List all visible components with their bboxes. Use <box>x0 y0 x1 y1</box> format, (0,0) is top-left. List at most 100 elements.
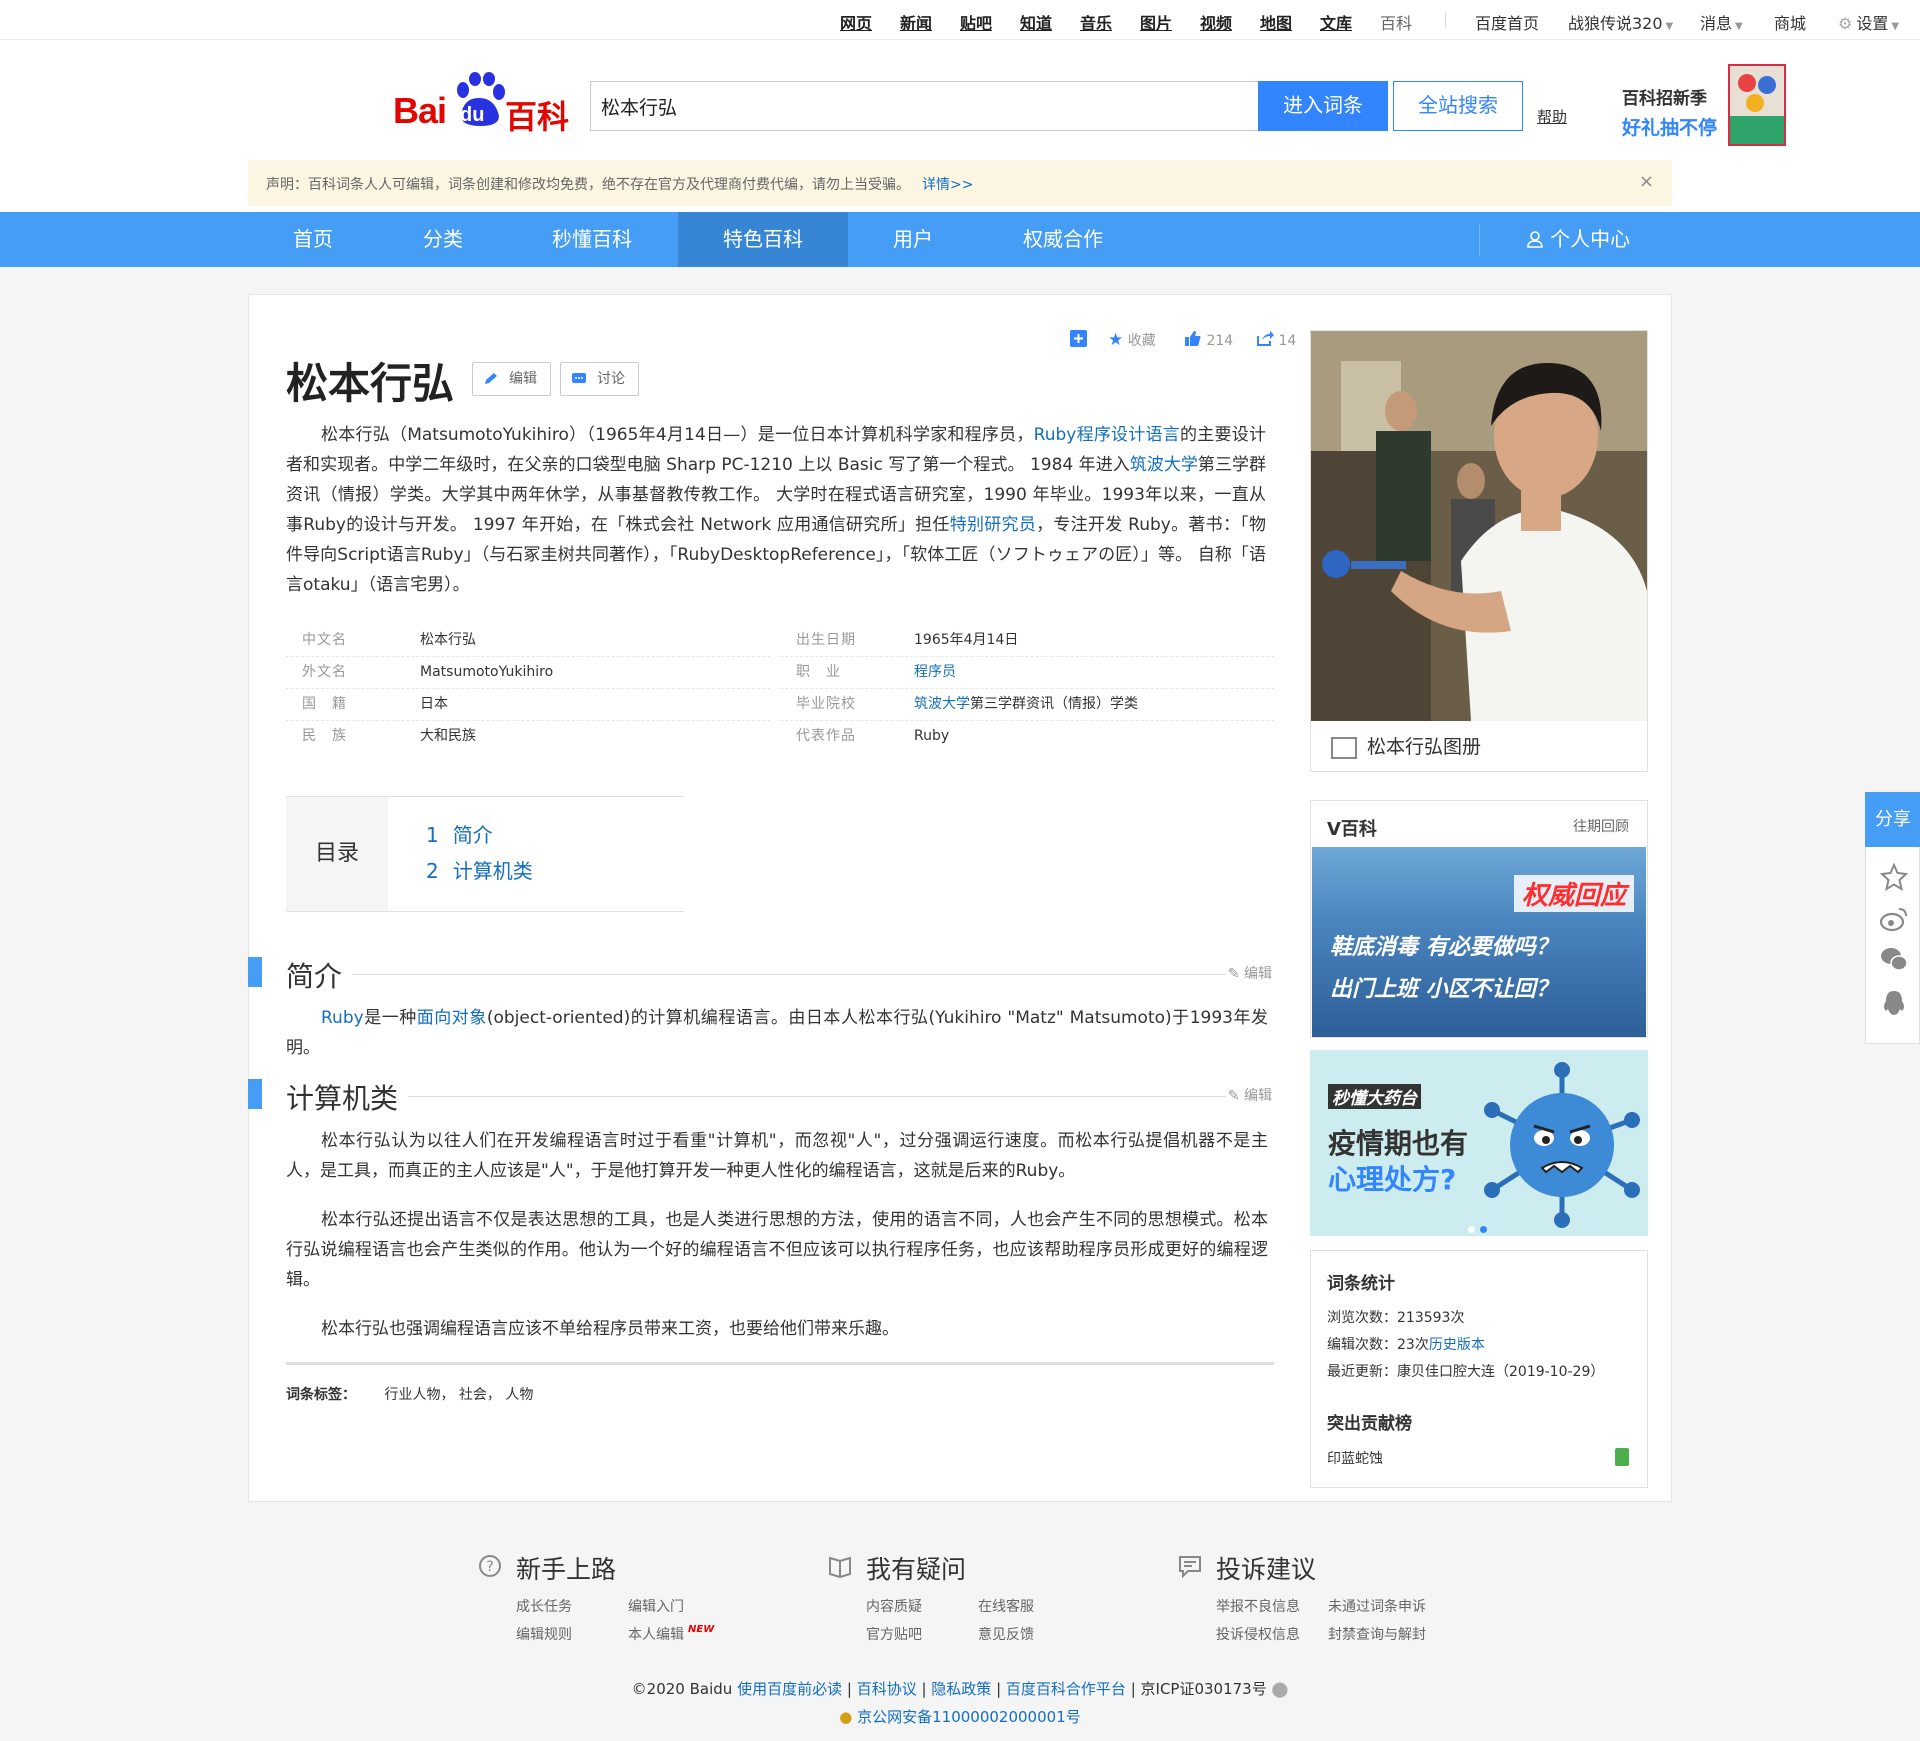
psychology-ad-banner[interactable]: 秒懂大药台 疫情期也有 心理处方? <box>1310 1050 1648 1236</box>
nav-users[interactable]: 用户 <box>872 212 954 267</box>
link-ruby-language[interactable]: Ruby程序设计语言 <box>1034 425 1180 445</box>
gift-machine-icon[interactable] <box>1728 64 1786 146</box>
share-label[interactable]: 分享 <box>1865 792 1920 847</box>
police-record-text: 京公网安备11000002000001号 <box>857 1708 1081 1726</box>
topbar-link-tieba[interactable]: 贴吧 <box>960 10 992 34</box>
topbar-link-news[interactable]: 新闻 <box>900 10 932 34</box>
summary-paragraph: 松本行弘（MatsumotoYukihiro）（1965年4月14日—）是一位日… <box>286 420 1266 600</box>
gear-icon: ⚙ <box>1838 14 1853 33</box>
link-programmer[interactable]: 程序员 <box>914 664 956 680</box>
footer-link[interactable]: 在线客服 <box>978 1596 1034 1616</box>
footer-legal-link[interactable]: 隐私政策 <box>931 1680 991 1698</box>
share-count-button[interactable]: 14 <box>1256 330 1296 349</box>
footer-heading-label: 我有疑问 <box>866 1555 967 1584</box>
carousel-dots[interactable] <box>1468 1218 1492 1236</box>
promo-banner[interactable]: 百科招新季 好礼抽不停 <box>1622 84 1717 140</box>
nav-personal-center[interactable]: 个人中心 <box>1518 212 1638 267</box>
nav-featured[interactable]: 特色百科 <box>678 212 848 267</box>
edit-button[interactable]: 编辑 <box>472 362 551 396</box>
like-button[interactable]: 214 <box>1184 330 1233 349</box>
info-key: 国 籍 <box>302 696 347 712</box>
toc-item-label: 计算机类 <box>452 859 533 883</box>
qq-icon[interactable] <box>1880 989 1908 1017</box>
topbar-link-map[interactable]: 地图 <box>1260 10 1292 34</box>
footer-legal-link[interactable]: 使用百度前必读 <box>737 1680 842 1698</box>
topbar-link-wenku[interactable]: 文库 <box>1320 10 1352 34</box>
main-nav: 首页 分类 秒懂百科 特色百科 用户 权威合作 个人中心 <box>0 212 1920 267</box>
vbaike-archive-link[interactable]: 往期回顾 <box>1573 816 1629 836</box>
contributor-name[interactable]: 印蓝蛇蚀 <box>1327 1448 1383 1468</box>
link-object-oriented[interactable]: 面向对象 <box>417 1008 487 1028</box>
nav-authority[interactable]: 权威合作 <box>1010 212 1116 267</box>
footer-link[interactable]: 投诉侵权信息 <box>1216 1624 1300 1644</box>
footer-legal-link[interactable]: 百度百科合作平台 <box>1006 1680 1126 1698</box>
topbar-link-video[interactable]: 视频 <box>1200 10 1232 34</box>
help-link[interactable]: 帮助 <box>1537 106 1567 127</box>
topbar-link-images[interactable]: 图片 <box>1140 10 1172 34</box>
topbar-link-music[interactable]: 音乐 <box>1080 10 1112 34</box>
info-key: 代表作品 <box>796 728 856 744</box>
topbar-messages[interactable]: 消息 ▼ <box>1700 10 1743 34</box>
topbar-baidu-home[interactable]: 百度首页 <box>1475 10 1539 34</box>
link-tsukuba-university[interactable]: 筑波大学 <box>914 696 970 712</box>
weibo-icon[interactable] <box>1880 905 1908 933</box>
footer-link[interactable]: 成长任务 <box>516 1596 572 1616</box>
carousel-dot[interactable] <box>1468 1226 1475 1233</box>
nav-category[interactable]: 分类 <box>402 212 484 267</box>
search-input[interactable] <box>590 81 1258 131</box>
discuss-button[interactable]: 讨论 <box>560 362 639 396</box>
carousel-dot[interactable] <box>1480 1226 1487 1233</box>
section-edit-button[interactable]: ✎ 编辑 <box>1228 1085 1272 1105</box>
link-special-researcher[interactable]: 特别研究员 <box>950 515 1036 535</box>
album-caption[interactable]: 松本行弘图册 <box>1311 723 1647 771</box>
topbar-user-menu[interactable]: 战狼传说320 ▼ <box>1568 10 1673 34</box>
toc-number: 2 <box>426 859 439 883</box>
icp-text: 京ICP证030173号 <box>1140 1680 1267 1698</box>
baidu-baike-logo[interactable]: Bai du 百科 <box>393 72 573 136</box>
nav-home[interactable]: 首页 <box>272 212 354 267</box>
vbaike-video-banner[interactable]: 权威回应 鞋底消毒 有必要做吗？ 出门上班 小区不让回？ <box>1312 847 1646 1037</box>
site-search-button[interactable]: 全站搜索 <box>1393 81 1523 131</box>
enter-entry-button[interactable]: 进入词条 <box>1258 81 1388 131</box>
topbar-mall[interactable]: 商城 <box>1774 10 1806 34</box>
album-caption-label: 松本行弘图册 <box>1367 736 1482 758</box>
computer-paragraph-3: 松本行弘也强调编程语言应该不单给程序员带来工资，也要给他们带来乐趣。 <box>321 1319 899 1339</box>
footer-link[interactable]: 编辑规则 <box>516 1624 572 1644</box>
topbar-settings[interactable]: ⚙ 设置 ▼ <box>1838 10 1899 34</box>
messages-label: 消息 <box>1700 14 1733 33</box>
footer-link[interactable]: 未通过词条申诉 <box>1328 1596 1426 1616</box>
toc-item-computer[interactable]: 2 计算机类 <box>426 855 533 884</box>
footer-link[interactable]: 本人编辑 NEW <box>628 1624 714 1644</box>
footer-link[interactable]: 编辑入门 <box>628 1596 684 1616</box>
police-record[interactable]: ● 京公网安备11000002000001号 <box>0 1706 1920 1727</box>
nav-miaodong[interactable]: 秒懂百科 <box>535 212 649 267</box>
footer-link[interactable]: 意见反馈 <box>978 1624 1034 1644</box>
page-title: 松本行弘 <box>286 359 455 408</box>
info-row-ethnicity: 民 族 大和民族 <box>286 720 770 752</box>
close-icon[interactable]: × <box>1639 171 1654 192</box>
link-ruby[interactable]: Ruby <box>321 1008 364 1028</box>
computer-paragraph-2: 松本行弘还提出语言不仅是表达思想的工具，也是人类进行思想的方法，使用的语言不同，… <box>286 1210 1268 1290</box>
heading-bar <box>248 957 262 987</box>
collect-button[interactable]: ★ 收藏 <box>1108 330 1156 350</box>
qzone-star-icon[interactable] <box>1880 863 1908 891</box>
topbar-link-web[interactable]: 网页 <box>840 10 872 34</box>
footer-link[interactable]: 官方贴吧 <box>866 1624 922 1644</box>
footer-link[interactable]: 封禁查询与解封 <box>1328 1624 1426 1644</box>
toc-item-intro[interactable]: 1 简介 <box>426 819 493 848</box>
chevron-down-icon: ▼ <box>1735 21 1743 32</box>
link-tsukuba-university[interactable]: 筑波大学 <box>1130 455 1198 475</box>
topbar-link-zhidao[interactable]: 知道 <box>1020 10 1052 34</box>
footer-link[interactable]: 举报不良信息 <box>1216 1596 1300 1616</box>
intro-paragraph: Ruby是一种面向对象(object-oriented)的计算机编程语言。由日本… <box>286 1003 1268 1063</box>
person-photo[interactable] <box>1311 331 1647 721</box>
wechat-icon[interactable] <box>1880 945 1908 973</box>
footer-link[interactable]: 内容质疑 <box>866 1596 922 1616</box>
user-icon <box>1527 231 1543 248</box>
section-edit-button[interactable]: ✎ 编辑 <box>1228 963 1272 983</box>
history-versions-link[interactable]: 历史版本 <box>1429 1337 1485 1353</box>
notice-details-link[interactable]: 详情>> <box>922 177 973 193</box>
add-icon[interactable] <box>1070 330 1087 351</box>
divider <box>780 688 1274 689</box>
footer-legal-link[interactable]: 百科协议 <box>857 1680 917 1698</box>
